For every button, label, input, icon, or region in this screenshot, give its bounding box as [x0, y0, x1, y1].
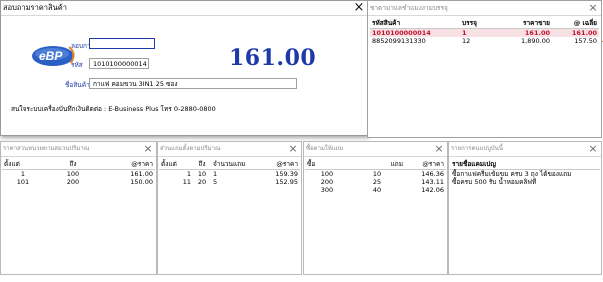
table-row[interactable]: 300 40 142.06 [305, 186, 446, 194]
cell-price: 161.00 [524, 29, 550, 37]
qty-price-table: ตั้งแต่ ถึง @ราคา 1 100 161.00 101 200 1… [2, 159, 155, 186]
cell-free: 25 [372, 178, 382, 186]
close-icon[interactable]: × [587, 142, 599, 156]
cell-price: 161.00 [130, 170, 153, 178]
cell-to: 200 [66, 178, 80, 186]
cell-from: 1 [20, 170, 26, 178]
col-header-price: @ราคา [102, 159, 155, 170]
contact-info: สนใจระบบเครื่องบันทึกเงินติดต่อ : E-Busi… [11, 105, 216, 113]
close-icon[interactable]: × [353, 1, 365, 15]
col-header-free: แถม [349, 159, 405, 170]
cell-campaign: ซื้อครบ 500 รับ น้ำหอมคลิฟที [452, 178, 537, 186]
table-row[interactable]: 101 200 150.00 [2, 178, 155, 186]
table-row[interactable]: 1 10 1 159.39 [159, 170, 300, 179]
col-header-price: @ราคา [405, 159, 446, 170]
cell-to: 10 [197, 170, 207, 178]
promo-panel-title: รายการคนแปบูบันนี้ [451, 145, 503, 152]
cell-from: 101 [16, 178, 30, 186]
cell-qty: 5 [213, 178, 218, 186]
table-row[interactable]: 8852099131330 12 1,890.00 157.50 [370, 37, 599, 45]
cell-price: 150.00 [130, 178, 153, 186]
title-separator [158, 156, 301, 157]
cell-free: 40 [372, 186, 382, 194]
promotion-panel: รายการคนแปบูบันนี้ × รายชื่อแคมเปญ ซื้อก… [448, 141, 602, 275]
col-header-campaign: รายชื่อแคมเปญ [450, 159, 600, 170]
buy-free-panel: ซื้อตามให้แถม × ซื้อ แถม @ราคา 100 10 14… [303, 141, 448, 275]
cell-to: 100 [66, 170, 80, 178]
title-separator [449, 156, 601, 157]
col-header-to: ถึง [193, 159, 211, 170]
cell-pack: 1 [462, 29, 467, 37]
free-panel-title: ส่วนแถมตั้งตามปริมาณ [160, 145, 221, 152]
pack-price-panel: ชาตามาแลชำแมงงามบรรจุ × รหัสสินค้า บรรจุ… [367, 0, 602, 138]
close-icon[interactable]: × [287, 142, 299, 156]
cell-pack: 12 [462, 37, 471, 45]
cell-avg: 157.50 [574, 37, 597, 45]
title-separator [304, 156, 447, 157]
col-header-buy: ซื้อ [305, 159, 349, 170]
table-row[interactable]: 200 25 143.11 [305, 178, 446, 186]
cell-price: 159.39 [275, 170, 298, 178]
barcode-input[interactable] [89, 38, 155, 49]
col-header-qty: จำนวนแถม [211, 159, 259, 170]
cell-code: 1010100000014 [372, 29, 431, 37]
cell-buy: 100 [320, 170, 334, 178]
cell-price: 143.11 [421, 178, 444, 186]
pack-panel-title: ชาตามาแลชำแมงงามบรรจุ [370, 4, 448, 12]
col-header-price: @ราคา [259, 159, 300, 170]
cell-price: 146.36 [421, 170, 444, 178]
close-icon[interactable]: × [433, 142, 445, 156]
col-header-from: ตั้งแต่ [2, 159, 44, 170]
cell-to: 20 [197, 178, 207, 186]
product-name-field[interactable]: กาแฟ คอมขวน 3IN1 25 ซอง [89, 78, 297, 89]
table-row[interactable]: ซื้อครบ 500 รับ น้ำหอมคลิฟที [450, 178, 600, 186]
col-header-to: ถึง [44, 159, 102, 170]
col-header-pack: บรรจุ [460, 18, 492, 29]
close-icon[interactable]: × [142, 142, 154, 156]
qty-price-panel: ราคาสวนหนวยตามสมวนปริมาณ × ตั้งแต่ ถึง @… [0, 141, 157, 275]
col-header-avg: @ เฉลี่ย [552, 18, 599, 29]
cell-code: 8852099131330 [372, 37, 426, 45]
table-row[interactable]: 100 10 146.36 [305, 170, 446, 179]
buy-free-panel-title: ซื้อตามให้แถม [306, 145, 344, 152]
pack-table: รหัสสินค้า บรรจุ ราคาขาย @ เฉลี่ย 101010… [370, 18, 599, 45]
product-name-label: ชื่อสินค้า [65, 81, 90, 89]
title-separator [1, 15, 367, 16]
cell-free: 10 [372, 170, 382, 178]
cell-buy: 300 [320, 186, 334, 194]
promotion-table: รายชื่อแคมเปญ ซื้อกาแฟครีมเข้มขม ครบ 3 ถ… [450, 159, 600, 186]
title-separator [368, 15, 601, 16]
svg-text:eBP: eBP [39, 49, 63, 63]
cell-qty: 1 [213, 170, 218, 178]
cell-campaign: ซื้อกาแฟครีมเข้มขม ครบ 3 ถุง ได้ของแถม [452, 170, 572, 178]
table-row[interactable]: ซื้อกาแฟครีมเข้มขม ครบ 3 ถุง ได้ของแถม [450, 170, 600, 179]
code-label: รหัส [71, 61, 83, 69]
cell-price: 152.95 [275, 178, 298, 186]
cell-buy: 200 [320, 178, 334, 186]
buy-free-table: ซื้อ แถม @ราคา 100 10 146.36 200 25 143.… [305, 159, 446, 194]
table-row[interactable]: 1010100000014 1 161.00 161.00 [370, 28, 599, 37]
price-display: 161.00 [229, 45, 317, 71]
cell-from: 11 [182, 178, 191, 186]
col-header-price: ราคาขาย [492, 18, 552, 29]
col-header-from: ตั้งแต่ [159, 159, 193, 170]
close-icon[interactable]: × [587, 1, 599, 15]
table-row[interactable]: 1 100 161.00 [2, 170, 155, 179]
title-separator [1, 156, 156, 157]
free-goods-panel: ส่วนแถมตั้งตามปริมาณ × ตั้งแต่ ถึง จำนวน… [157, 141, 302, 275]
cell-price: 142.06 [421, 186, 444, 194]
code-field[interactable]: 1010100000014 [89, 58, 149, 69]
qty-panel-title: ราคาสวนหนวยตามสมวนปริมาณ [3, 145, 90, 152]
table-row[interactable]: 11 20 5 152.95 [159, 178, 300, 186]
free-goods-table: ตั้งแต่ ถึง จำนวนแถม @ราคา 1 10 1 159.39… [159, 159, 300, 186]
col-header-code: รหัสสินค้า [370, 18, 460, 29]
cell-avg: 161.00 [571, 29, 597, 37]
cell-from: 1 [186, 170, 191, 178]
cell-price: 1,890.00 [521, 37, 550, 45]
window-title: สอบถามราคาสินค้า [3, 3, 67, 12]
price-inquiry-window: สอบถามราคาสินค้า × eBP ลอบกาม รหัส 10101… [0, 0, 368, 136]
